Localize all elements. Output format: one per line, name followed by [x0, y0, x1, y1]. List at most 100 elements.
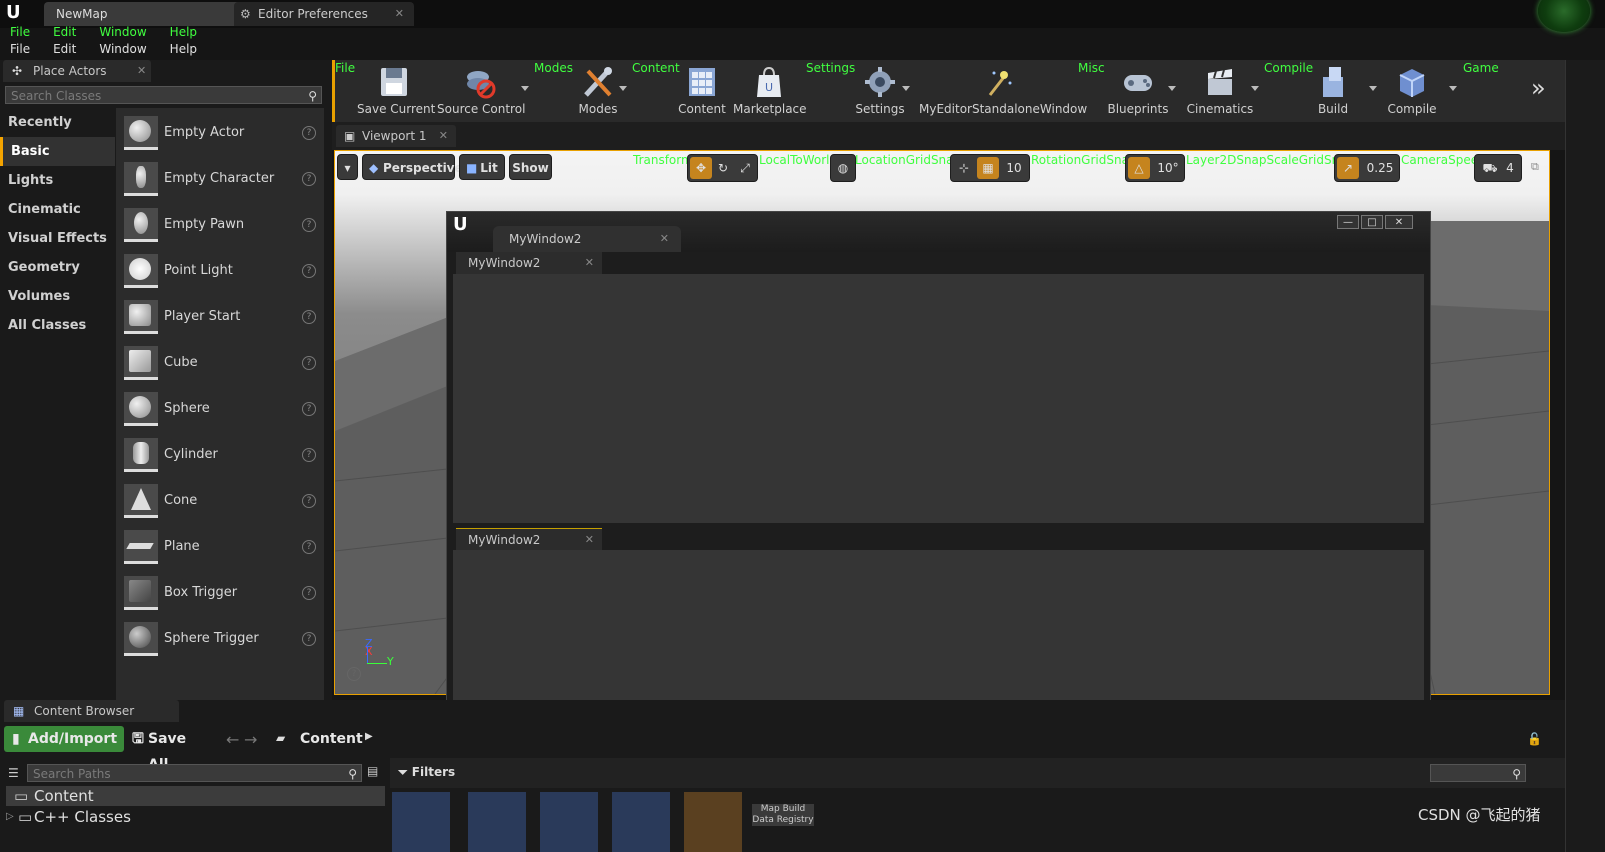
- close-tab-icon[interactable]: ✕: [585, 252, 594, 274]
- show-button[interactable]: Show: [509, 154, 552, 180]
- menu-window-green[interactable]: Window: [99, 24, 146, 41]
- help-icon[interactable]: ?: [302, 448, 316, 462]
- maximize-window-icon[interactable]: □: [1361, 215, 1383, 229]
- camera-speed-value[interactable]: 4: [1501, 157, 1519, 179]
- menu-help[interactable]: Help: [170, 41, 197, 58]
- blueprints-button[interactable]: Blueprints: [1103, 60, 1173, 122]
- help-icon[interactable]: ?: [302, 586, 316, 600]
- close-tab-icon[interactable]: ✕: [439, 125, 448, 147]
- build-dropdown-icon[interactable]: [1369, 86, 1377, 91]
- menu-edit-green[interactable]: Edit: [53, 24, 76, 41]
- close-tab-icon[interactable]: ✕: [395, 2, 404, 26]
- menu-help-green[interactable]: Help: [170, 24, 197, 41]
- help-icon[interactable]: ?: [302, 494, 316, 508]
- camera-icon[interactable]: ⛟: [1479, 157, 1501, 179]
- category-basic[interactable]: Basic: [0, 137, 115, 166]
- list-item[interactable]: Sphere Trigger?: [116, 616, 324, 662]
- list-item[interactable]: Sphere?: [116, 386, 324, 432]
- category-all-classes[interactable]: All Classes: [0, 311, 115, 340]
- menu-file-green[interactable]: File: [10, 24, 30, 41]
- lock-icon[interactable]: 🔓: [1527, 732, 1542, 746]
- content-button[interactable]: Content: [667, 60, 737, 122]
- list-item[interactable]: Point Light?: [116, 248, 324, 294]
- list-item[interactable]: Empty Actor?: [116, 110, 324, 156]
- menu-file[interactable]: File: [10, 41, 30, 58]
- category-recently-placed[interactable]: Recently Placed: [0, 108, 115, 159]
- breadcrumb-arrow-icon[interactable]: ▶: [365, 731, 373, 742]
- viewport-options-dropdown[interactable]: ▾: [337, 154, 358, 180]
- scale-snap-icon[interactable]: ↗: [1337, 157, 1359, 179]
- list-item[interactable]: Empty Pawn?: [116, 202, 324, 248]
- close-tab-icon[interactable]: ✕: [585, 529, 594, 551]
- translate-icon[interactable]: ✥: [690, 157, 712, 179]
- tab-newmap[interactable]: NewMap: [44, 2, 254, 26]
- category-visual-effects[interactable]: Visual Effects: [0, 224, 115, 253]
- list-item[interactable]: Plane?: [116, 524, 324, 570]
- source-control-dropdown-icon[interactable]: [521, 86, 529, 91]
- lit-button[interactable]: ■ Lit: [459, 154, 505, 180]
- close-window-icon[interactable]: ✕: [1385, 215, 1413, 229]
- help-icon[interactable]: ?: [302, 172, 316, 186]
- modes-button[interactable]: Modes: [561, 60, 635, 122]
- view-options-icon[interactable]: ▤: [367, 764, 378, 778]
- compile-dropdown-icon[interactable]: [1449, 86, 1457, 91]
- scale-icon[interactable]: ⤢: [734, 157, 756, 179]
- asset-tile[interactable]: [684, 792, 742, 852]
- help-icon[interactable]: ?: [302, 264, 316, 278]
- map-build-data-tile[interactable]: Map Build Data Registry: [752, 804, 814, 826]
- tree-toggle-icon[interactable]: ☰: [8, 766, 19, 780]
- grid-snap-icon[interactable]: ▦: [977, 157, 999, 179]
- marketplace-button[interactable]: U Marketplace: [733, 60, 807, 122]
- settings-button[interactable]: Settings: [845, 60, 915, 122]
- rotation-snap-icon[interactable]: △: [1128, 157, 1150, 179]
- help-icon[interactable]: ?: [302, 310, 316, 324]
- learn-badge-icon[interactable]: [1538, 0, 1590, 32]
- category-volumes[interactable]: Volumes: [0, 282, 115, 311]
- minimize-window-icon[interactable]: —: [1337, 215, 1359, 229]
- asset-tile[interactable]: [540, 792, 598, 852]
- list-item[interactable]: Cylinder?: [116, 432, 324, 478]
- close-tab-icon[interactable]: ✕: [660, 226, 669, 252]
- place-actors-tab[interactable]: ✣ Place Actors ✕: [3, 60, 151, 82]
- inner-tab-1[interactable]: MyWindow2 ✕: [456, 252, 602, 274]
- list-item[interactable]: Cone?: [116, 478, 324, 524]
- list-item[interactable]: Box Trigger?: [116, 570, 324, 616]
- help-icon[interactable]: ?: [302, 402, 316, 416]
- category-cinematic[interactable]: Cinematic: [0, 195, 115, 224]
- tab-editor-preferences[interactable]: ⚙ Editor Preferences ✕: [234, 2, 414, 26]
- search-classes-input[interactable]: Search Classes ⚲: [5, 86, 322, 104]
- build-button[interactable]: Build: [1298, 60, 1368, 122]
- filters-button[interactable]: ⏷ Filters: [398, 765, 455, 780]
- cinematics-dropdown-icon[interactable]: [1251, 86, 1259, 91]
- category-geometry[interactable]: Geometry: [0, 253, 115, 282]
- settings-dropdown-icon[interactable]: [902, 86, 910, 91]
- inner-tab-2[interactable]: MyWindow2 ✕: [456, 528, 602, 550]
- search-assets-input[interactable]: ⚲: [1430, 764, 1526, 782]
- asset-tile[interactable]: [468, 792, 526, 852]
- scale-snap-value[interactable]: 0.25: [1361, 157, 1399, 179]
- surface-snap-icon[interactable]: ⊹: [953, 157, 975, 179]
- my-editor-standalone-window-button[interactable]: MyEditorStandaloneWindow: [919, 60, 1087, 122]
- content-browser-tab[interactable]: ▦ Content Browser: [4, 700, 179, 722]
- help-icon[interactable]: ?: [347, 667, 361, 681]
- blueprints-dropdown-icon[interactable]: [1168, 86, 1176, 91]
- modes-dropdown-icon[interactable]: [619, 86, 627, 91]
- help-icon[interactable]: ?: [302, 632, 316, 646]
- search-paths-input[interactable]: Search Paths ⚲: [27, 764, 362, 782]
- menu-edit[interactable]: Edit: [53, 41, 76, 58]
- save-current-button[interactable]: Save Current: [357, 60, 435, 122]
- breadcrumb-content[interactable]: Content: [300, 726, 363, 752]
- grid-snap-value[interactable]: 10: [1001, 157, 1027, 179]
- tree-item-content[interactable]: ▭ Content: [6, 786, 385, 806]
- maximize-viewport-icon[interactable]: ⧉: [1531, 160, 1539, 174]
- toolbar-overflow-icon[interactable]: »: [1531, 74, 1546, 102]
- asset-tile[interactable]: [392, 792, 450, 852]
- world-globe-icon[interactable]: ◍: [832, 157, 854, 179]
- close-tab-icon[interactable]: ✕: [137, 60, 146, 82]
- rotate-icon[interactable]: ↻: [712, 157, 734, 179]
- viewport-1-tab[interactable]: ▣ Viewport 1 ✕: [336, 125, 456, 147]
- help-icon[interactable]: ?: [302, 126, 316, 140]
- asset-tile[interactable]: [612, 792, 670, 852]
- source-control-button[interactable]: Source Control: [437, 60, 525, 122]
- list-item[interactable]: Cube?: [116, 340, 324, 386]
